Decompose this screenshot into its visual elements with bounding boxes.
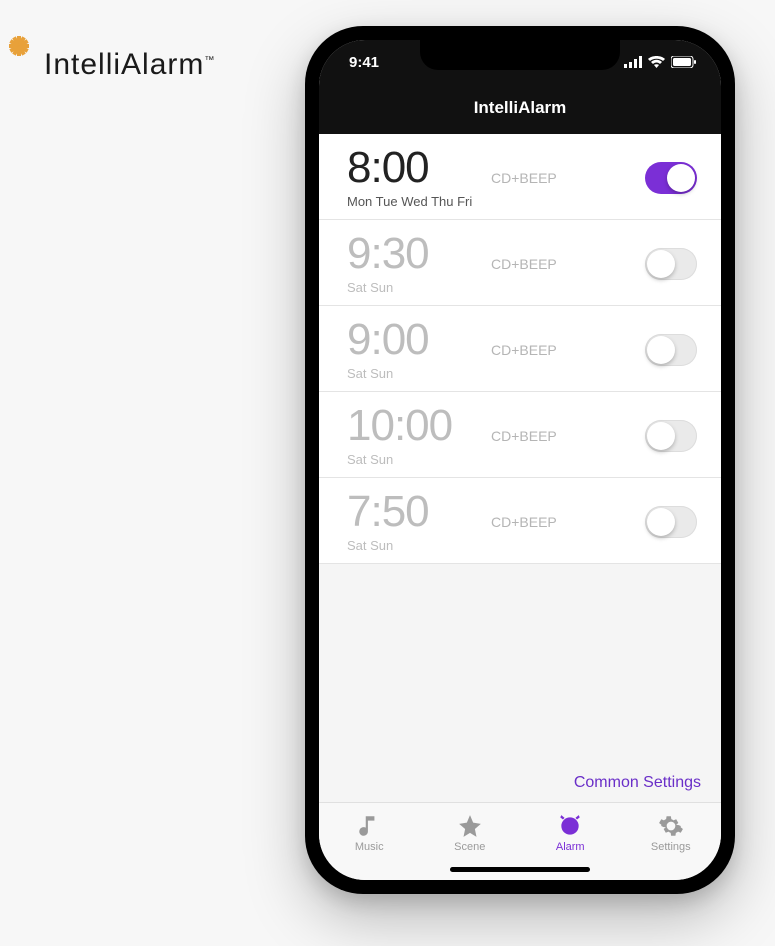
tab-alarm[interactable]: Alarm xyxy=(520,803,621,862)
wifi-icon xyxy=(648,56,665,68)
brand-name: IntelliAlarm™ xyxy=(44,48,215,82)
alarm-time: 9:00 xyxy=(347,318,487,362)
alarm-toggle[interactable] xyxy=(645,506,697,538)
alarm-time: 9:30 xyxy=(347,232,487,276)
tab-music[interactable]: Music xyxy=(319,803,420,862)
alarm-row[interactable]: 9:00 Sat Sun CD+BEEP xyxy=(319,306,721,392)
common-settings-link[interactable]: Common Settings xyxy=(319,760,721,802)
tab-scene[interactable]: Scene xyxy=(420,803,521,862)
alarm-list[interactable]: 8:00 Mon Tue Wed Thu Fri CD+BEEP 9:30 Sa… xyxy=(319,134,721,760)
cellular-signal-icon xyxy=(624,56,642,68)
alarm-days: Sat Sun xyxy=(347,452,487,467)
alarm-row[interactable]: 10:00 Sat Sun CD+BEEP xyxy=(319,392,721,478)
alarm-days: Mon Tue Wed Thu Fri xyxy=(347,194,487,209)
alarm-days: Sat Sun xyxy=(347,366,487,381)
app-title: IntelliAlarm xyxy=(319,84,721,134)
brand-sun-icon xyxy=(0,46,38,84)
alarm-row[interactable]: 7:50 Sat Sun CD+BEEP xyxy=(319,478,721,564)
music-note-icon xyxy=(356,813,382,839)
alarm-days: Sat Sun xyxy=(347,538,487,553)
tab-label: Settings xyxy=(651,841,691,853)
brand-logo: IntelliAlarm™ xyxy=(0,46,215,84)
alarm-sound-label: CD+BEEP xyxy=(487,170,645,186)
alarm-toggle[interactable] xyxy=(645,420,697,452)
alarm-time: 8:00 xyxy=(347,146,487,190)
tab-settings[interactable]: Settings xyxy=(621,803,722,862)
alarm-time: 10:00 xyxy=(347,404,487,448)
star-icon xyxy=(457,813,483,839)
alarm-sound-label: CD+BEEP xyxy=(487,428,645,444)
alarm-toggle[interactable] xyxy=(645,162,697,194)
alarm-row[interactable]: 9:30 Sat Sun CD+BEEP xyxy=(319,220,721,306)
alarm-time: 7:50 xyxy=(347,490,487,534)
gear-icon xyxy=(658,813,684,839)
alarm-toggle[interactable] xyxy=(645,248,697,280)
battery-icon xyxy=(671,56,697,68)
home-indicator[interactable] xyxy=(450,867,590,872)
alarm-clock-icon xyxy=(557,813,583,839)
alarm-days: Sat Sun xyxy=(347,280,487,295)
alarm-row[interactable]: 8:00 Mon Tue Wed Thu Fri CD+BEEP xyxy=(319,134,721,220)
alarm-sound-label: CD+BEEP xyxy=(487,342,645,358)
phone-notch xyxy=(420,40,620,70)
phone-frame: 9:41 IntelliAlarm 8:00 Mon Tue Wed Thu F… xyxy=(305,26,735,894)
alarm-sound-label: CD+BEEP xyxy=(487,514,645,530)
tab-label: Scene xyxy=(454,841,485,853)
status-time: 9:41 xyxy=(349,54,379,71)
alarm-sound-label: CD+BEEP xyxy=(487,256,645,272)
tab-label: Alarm xyxy=(556,841,585,853)
alarm-toggle[interactable] xyxy=(645,334,697,366)
tab-label: Music xyxy=(355,841,384,853)
